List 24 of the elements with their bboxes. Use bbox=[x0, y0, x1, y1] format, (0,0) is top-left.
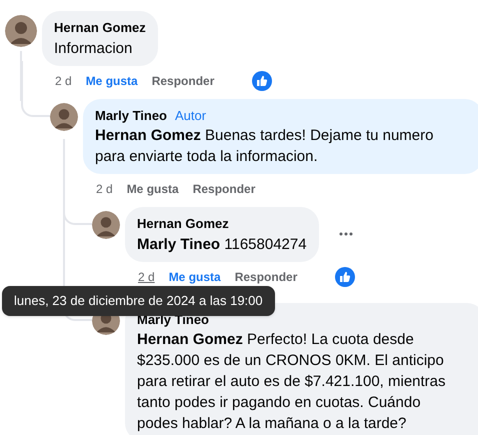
author-label: Autor bbox=[175, 106, 206, 124]
comment-text: Informacion bbox=[54, 38, 134, 58]
comment-text: Hernan Gomez Buenas tardes! Dejame tu numero para enviarte toda la informacion. bbox=[95, 126, 434, 167]
like-button[interactable]: Me gusta bbox=[86, 72, 138, 90]
like-button[interactable]: Me gusta bbox=[168, 268, 221, 286]
reply-button[interactable]: Responder bbox=[152, 72, 214, 90]
comment-text: Hernan Gomez Perfecto! La cuota desde $235.000 es de un CRONOS 0KM. El anticipo para retirar el auto es de $7.421.100, mientras tanto podes ir pagando en cuotas. Cuándo podes hablar? A la mañana o a la tarde? bbox=[137, 330, 447, 434]
date-tooltip: lunes, 23 de diciembre de 2024 a las 19:00 bbox=[2, 286, 275, 316]
author-name[interactable]: Marly Tineo bbox=[95, 106, 168, 125]
more-options-icon[interactable] bbox=[338, 232, 353, 236]
like-button[interactable]: Me gusta bbox=[126, 180, 179, 198]
timestamp-link[interactable]: 2 d bbox=[55, 72, 72, 90]
like-reaction-icon[interactable] bbox=[252, 70, 272, 90]
author-name[interactable]: Hernan Gomez bbox=[137, 214, 229, 234]
timestamp-link[interactable]: 2 d bbox=[96, 180, 113, 198]
avatar[interactable] bbox=[92, 211, 120, 239]
comment-text: Marly Tineo 1165804274 bbox=[137, 234, 307, 254]
author-name[interactable]: Hernan Gomez bbox=[54, 18, 146, 38]
avatar[interactable] bbox=[5, 15, 37, 47]
reply-button[interactable]: Responder bbox=[192, 180, 256, 198]
timestamp-link[interactable]: 2 d bbox=[138, 268, 155, 286]
avatar[interactable] bbox=[50, 102, 78, 130]
like-reaction-icon[interactable] bbox=[335, 266, 356, 286]
reply-button[interactable]: Responder bbox=[234, 268, 298, 286]
